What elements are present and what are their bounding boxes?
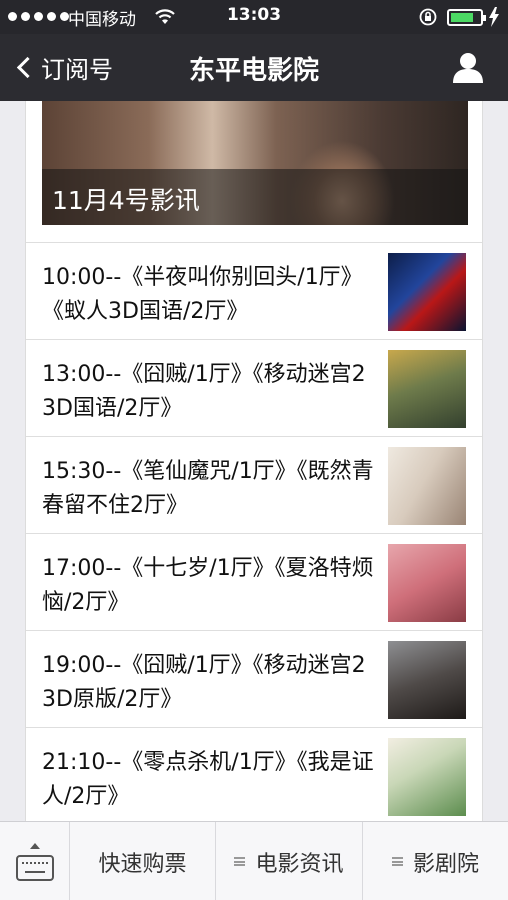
banner-caption: 11月4号影讯	[42, 169, 468, 225]
back-button-label: 订阅号	[41, 56, 113, 84]
carrier-name: 中国移动	[68, 10, 136, 30]
menu-quick-ticket[interactable]: 快速购票	[69, 822, 215, 900]
status-bar: 中国移动 13:03	[0, 0, 508, 34]
movie-poster-thumbnail	[388, 350, 466, 428]
article-content: 11月4号影讯 10:00--《半夜叫你别回头/1厅》《蚁人3D国语/2厅》 1…	[25, 101, 483, 821]
list-item[interactable]: 17:00--《十七岁/1厅》《夏洛特烦恼/2厅》	[26, 533, 482, 630]
rotation-lock-icon	[419, 8, 437, 26]
schedule-text: 17:00--《十七岁/1厅》《夏洛特烦恼/2厅》	[42, 556, 374, 615]
menu-movie-news[interactable]: 电影资讯	[215, 822, 362, 900]
signal-dots-icon	[8, 12, 69, 21]
menu-label: 电影资讯	[255, 851, 344, 877]
keyboard-toggle-button[interactable]	[0, 822, 69, 900]
battery-icon	[447, 9, 486, 26]
menu-label: 快速购票	[98, 851, 187, 877]
schedule-text: 10:00--《半夜叫你别回头/1厅》《蚁人3D国语/2厅》	[42, 265, 363, 324]
person-icon[interactable]	[451, 50, 485, 84]
schedule-text: 15:30--《笔仙魔咒/1厅》《既然青春留不住2厅》	[42, 459, 374, 518]
list-item[interactable]: 15:30--《笔仙魔咒/1厅》《既然青春留不住2厅》	[26, 436, 482, 533]
list-item[interactable]: 10:00--《半夜叫你别回头/1厅》《蚁人3D国语/2厅》	[26, 242, 482, 339]
menu-label: 影剧院	[412, 851, 479, 877]
banner-image[interactable]: 11月4号影讯	[42, 101, 468, 225]
list-item[interactable]: 19:00--《囧贼/1厅》《移动迷宫2 3D原版/2厅》	[26, 630, 482, 727]
charging-bolt-icon	[489, 7, 499, 27]
movie-poster-thumbnail	[388, 447, 466, 525]
keyboard-icon	[15, 854, 54, 881]
schedule-text: 21:10--《零点杀机/1厅》《我是证人/2厅》	[42, 750, 374, 809]
bottom-menu-bar: 快速购票 电影资讯 影剧院	[0, 821, 508, 900]
submenu-icon	[391, 857, 403, 866]
list-item[interactable]: 21:10--《零点杀机/1厅》《我是证人/2厅》	[26, 727, 482, 821]
movie-poster-thumbnail	[388, 738, 466, 816]
nav-bar: 订阅号 东平电影院	[0, 34, 508, 101]
schedule-text: 19:00--《囧贼/1厅》《移动迷宫2 3D原版/2厅》	[42, 653, 366, 712]
back-button[interactable]: 订阅号	[14, 50, 113, 85]
chevron-left-icon	[16, 56, 39, 79]
movie-poster-thumbnail	[388, 253, 466, 331]
movie-poster-thumbnail	[388, 544, 466, 622]
list-item[interactable]: 13:00--《囧贼/1厅》《移动迷宫2 3D国语/2厅》	[26, 339, 482, 436]
submenu-icon	[234, 857, 246, 866]
schedule-text: 13:00--《囧贼/1厅》《移动迷宫2 3D国语/2厅》	[42, 362, 366, 421]
menu-theater[interactable]: 影剧院	[362, 822, 508, 900]
wifi-icon	[155, 9, 175, 24]
movie-poster-thumbnail	[388, 641, 466, 719]
chevron-up-icon	[29, 842, 40, 849]
